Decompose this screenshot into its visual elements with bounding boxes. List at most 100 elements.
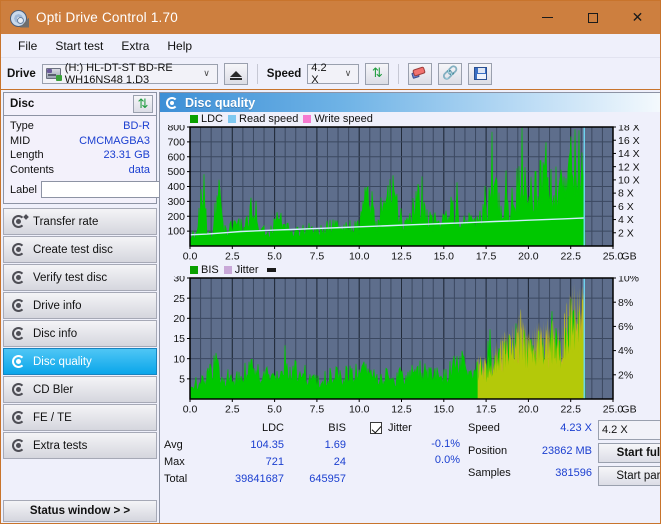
menu-file[interactable]: File xyxy=(9,37,46,55)
sidebar-item-cd-bler[interactable]: CD Bler xyxy=(3,376,157,403)
maximize-button[interactable] xyxy=(570,1,615,34)
erase-button[interactable] xyxy=(408,62,433,85)
refresh-button[interactable]: ⇅ xyxy=(365,62,390,85)
sidebar-item-label: Extra tests xyxy=(33,439,88,452)
disc-row-key: Contents xyxy=(10,163,55,176)
svg-text:600: 600 xyxy=(167,151,185,163)
sidebar-item-label: CD Bler xyxy=(33,383,74,396)
drive-select[interactable]: (H:) HL-DT-ST BD-RE WH16NS48 1.D3 ∨ xyxy=(41,62,218,86)
content-area: Disc quality LDC Read speed Write speed … xyxy=(159,90,660,523)
test-speed-select[interactable]: 4.2 X ∨ xyxy=(598,420,660,440)
samples-caption: Samples xyxy=(468,467,511,480)
svg-text:16 X: 16 X xyxy=(618,135,640,147)
legend-item-jitter: Jitter xyxy=(223,263,259,276)
svg-text:6%: 6% xyxy=(618,321,633,333)
jitter-checkbox[interactable] xyxy=(370,422,382,434)
svg-text:30: 30 xyxy=(173,276,185,285)
disc-box-title: Disc xyxy=(10,98,35,110)
legend-item-ldc: LDC xyxy=(190,113,223,125)
sidebar-item-transfer-rate[interactable]: Transfer rate xyxy=(3,208,157,235)
svg-text:0.0: 0.0 xyxy=(183,251,198,263)
stats-table: LDC BIS Avg 104.35 1.69 Max 721 24 Total… xyxy=(164,420,346,487)
sidebar-item-label: Transfer rate xyxy=(33,215,99,228)
sidebar-item-extra-tests[interactable]: Extra tests xyxy=(3,432,157,459)
save-button[interactable] xyxy=(468,62,493,85)
samples-value: 381596 xyxy=(555,467,592,480)
drive-label: Drive xyxy=(7,67,36,80)
svg-text:5.0: 5.0 xyxy=(267,251,282,263)
refresh-icon: ⇅ xyxy=(137,96,149,112)
svg-text:15.0: 15.0 xyxy=(434,404,455,416)
legend-item-read-speed: Read speed xyxy=(228,113,298,125)
svg-text:300: 300 xyxy=(167,196,185,208)
disc-label-row: Label xyxy=(10,181,243,198)
svg-text:20: 20 xyxy=(173,313,185,325)
sidebar-item-disc-quality[interactable]: Disc quality xyxy=(3,348,157,375)
sidebar-item-label: Disc info xyxy=(33,327,78,340)
disc-row-value: BD-R xyxy=(123,120,150,132)
start-full-button[interactable]: Start full xyxy=(598,443,660,463)
menu-help[interactable]: Help xyxy=(158,37,201,55)
disc-quality-panel: Disc quality LDC Read speed Write speed … xyxy=(159,92,660,523)
disc-info-box: Disc ⇅ Type BD-R MID CMCMAGBA3 Length 23… xyxy=(3,92,243,204)
sidebar-item-label: Disc quality xyxy=(33,355,92,368)
sidebar-item-label: Create test disc xyxy=(33,243,113,256)
sidebar-item-label: FE / TE xyxy=(33,411,72,424)
minimize-button[interactable] xyxy=(525,1,570,34)
legend-label: BIS xyxy=(201,263,219,276)
sidebar-item-verify-test-disc[interactable]: Verify test disc xyxy=(3,264,157,291)
toolbar: Drive (H:) HL-DT-ST BD-RE WH16NS48 1.D3 … xyxy=(1,58,660,90)
toolbar-speed-value: 4.2 X xyxy=(311,61,327,86)
position-caption: Position xyxy=(468,444,508,457)
legend-swatch-icon xyxy=(190,114,198,123)
bis-chart-canvas: 30 25 20 15 10 5 10% 8% 6% 4% 2% 0.0 2.5 5.0 7.5 10.0 12… xyxy=(173,276,639,416)
sidebar-item-fe-te[interactable]: FE / TE xyxy=(3,404,157,431)
start-part-button[interactable]: Start part xyxy=(598,466,660,486)
svg-text:GB: GB xyxy=(621,404,636,416)
svg-text:0.0: 0.0 xyxy=(183,404,198,416)
svg-text:15: 15 xyxy=(173,333,185,345)
disc-spin-icon xyxy=(11,438,26,453)
speed-value: 4.23 X xyxy=(560,422,592,434)
status-window-button[interactable]: Status window > > xyxy=(3,500,157,522)
jitter-column: Jitter -0.1% 0.0% xyxy=(346,420,464,487)
stats-max-bis: 24 xyxy=(333,456,346,468)
menu-start-test[interactable]: Start test xyxy=(46,37,112,55)
disc-row-mid: MID CMCMAGBA3 xyxy=(10,134,150,149)
disc-properties: Type BD-R MID CMCMAGBA3 Length 23.31 GB … xyxy=(4,116,243,203)
sidebar-item-disc-info[interactable]: Disc info xyxy=(3,320,157,347)
run-info-table: Speed 4.23 X Position 23862 MB Samples 3… xyxy=(468,420,592,487)
svg-text:GB: GB xyxy=(621,251,636,263)
stats-avg-ldc: 104.35 xyxy=(250,439,284,451)
eject-button[interactable] xyxy=(223,62,248,85)
toolbar-divider-1 xyxy=(256,63,258,84)
disc-spin-icon xyxy=(11,326,26,341)
toolbar-speed-select[interactable]: 4.2 X ∨ xyxy=(307,61,360,86)
disc-refresh-button[interactable]: ⇅ xyxy=(133,95,153,113)
stats-row-label-total: Total xyxy=(164,473,188,485)
sidebar-item-drive-info[interactable]: Drive info xyxy=(3,292,157,319)
bis-chart: BIS Jitter 30 25 20 15 10 5 10% 8% 6% 4% 2% 0.0 2.5 5… xyxy=(160,263,660,416)
svg-text:12.5: 12.5 xyxy=(391,404,412,416)
menu-extra[interactable]: Extra xyxy=(112,37,158,55)
legend-label: Jitter xyxy=(234,263,259,276)
disc-spin-icon xyxy=(11,410,26,425)
close-button[interactable]: ✕ xyxy=(615,1,660,34)
speed-label: Speed xyxy=(266,67,302,80)
svg-text:500: 500 xyxy=(167,166,185,178)
disc-row-value: 23.31 GB xyxy=(103,149,150,161)
sidebar-item-label: Drive info xyxy=(33,299,82,312)
disc-row-length: Length 23.31 GB xyxy=(10,148,150,163)
svg-text:10%: 10% xyxy=(618,276,639,285)
legend-label: Read speed xyxy=(239,112,299,125)
disc-quality-icon xyxy=(166,96,179,109)
disc-spin-icon xyxy=(11,270,26,285)
link-button[interactable]: 🔗 xyxy=(438,62,463,85)
disc-spin-icon xyxy=(11,213,29,229)
disc-spin-icon xyxy=(11,242,26,257)
sidebar-item-create-test-disc[interactable]: Create test disc xyxy=(3,236,157,263)
legend-item-write-speed: Write speed xyxy=(303,113,373,125)
window-title: Opti Drive Control 1.70 xyxy=(36,10,178,25)
stats-total-bis: 645957 xyxy=(309,473,346,485)
panel-header: Disc quality xyxy=(160,93,660,112)
